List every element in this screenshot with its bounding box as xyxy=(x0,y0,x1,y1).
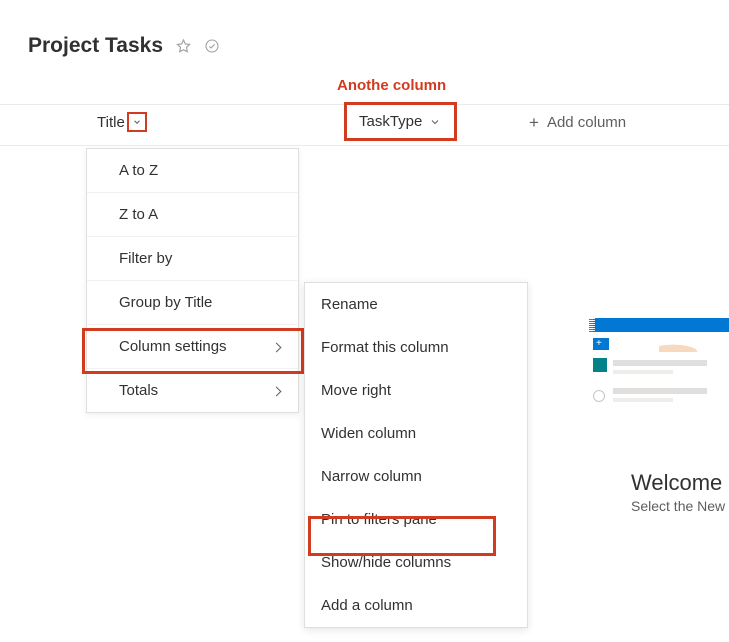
menu-item-label: Pin to filters pane xyxy=(321,511,437,528)
menu-item-label: Rename xyxy=(321,296,378,313)
menu-item-label: Narrow column xyxy=(321,468,422,485)
menu-item-pin-filters[interactable]: Pin to filters pane xyxy=(305,498,527,541)
menu-item-a-to-z[interactable]: A to Z xyxy=(87,149,298,193)
menu-item-widen-column[interactable]: Widen column xyxy=(305,412,527,455)
chevron-down-icon[interactable] xyxy=(127,112,147,132)
column-dropdown-menu: A to Z Z to A Filter by Group by Title C… xyxy=(86,148,299,413)
check-circle-icon[interactable] xyxy=(204,38,220,54)
menu-item-label: Format this column xyxy=(321,339,449,356)
menu-item-label: Totals xyxy=(119,382,158,399)
chevron-right-icon xyxy=(273,382,280,399)
chevron-right-icon xyxy=(273,338,280,355)
menu-item-narrow-column[interactable]: Narrow column xyxy=(305,455,527,498)
menu-item-label: Widen column xyxy=(321,425,416,442)
menu-item-z-to-a[interactable]: Z to A xyxy=(87,193,298,237)
menu-item-add-column[interactable]: Add a column xyxy=(305,584,527,627)
chevron-down-icon[interactable] xyxy=(428,115,442,129)
add-column-label: Add column xyxy=(547,114,626,131)
menu-item-filter-by[interactable]: Filter by xyxy=(87,237,298,281)
menu-item-label: Group by Title xyxy=(119,294,212,311)
menu-item-rename[interactable]: Rename xyxy=(305,283,527,326)
column-title-label: Title xyxy=(97,114,125,131)
menu-item-format-column[interactable]: Format this column xyxy=(305,326,527,369)
page-title: Project Tasks xyxy=(28,34,163,58)
menu-item-label: Column settings xyxy=(119,338,227,355)
column-header-tasktype[interactable]: TaskType xyxy=(344,102,457,141)
column-settings-submenu: Rename Format this column Move right Wid… xyxy=(304,282,528,628)
add-column-button[interactable]: + Add column xyxy=(529,114,626,131)
menu-item-label: A to Z xyxy=(119,162,158,179)
menu-item-move-right[interactable]: Move right xyxy=(305,369,527,412)
menu-item-group-by[interactable]: Group by Title xyxy=(87,281,298,325)
menu-item-label: Z to A xyxy=(119,206,158,223)
column-tasktype-label: TaskType xyxy=(359,113,422,130)
plus-icon: + xyxy=(529,114,539,131)
menu-item-label: Filter by xyxy=(119,250,172,267)
star-icon[interactable] xyxy=(175,38,192,55)
welcome-illustration: + xyxy=(589,318,729,438)
column-header-title[interactable]: Title xyxy=(97,112,147,132)
menu-item-column-settings[interactable]: Column settings xyxy=(87,325,298,369)
menu-item-label: Add a column xyxy=(321,597,413,614)
menu-item-show-hide-columns[interactable]: Show/hide columns xyxy=(305,541,527,584)
menu-item-label: Show/hide columns xyxy=(321,554,451,571)
menu-item-label: Move right xyxy=(321,382,391,399)
welcome-title: Welcome xyxy=(631,470,725,496)
welcome-subtitle: Select the New xyxy=(631,498,725,514)
annotation-label: Anothe column xyxy=(337,77,446,94)
menu-item-totals[interactable]: Totals xyxy=(87,369,298,412)
